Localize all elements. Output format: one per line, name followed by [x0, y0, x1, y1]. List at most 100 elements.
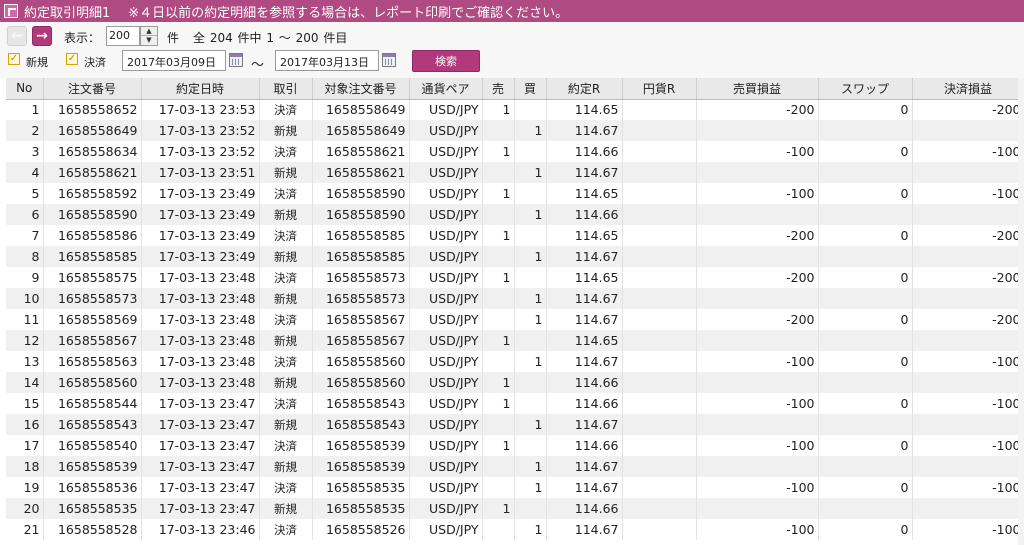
spin-up-icon[interactable]: ▲ [141, 27, 157, 36]
display-count-spinner[interactable]: ▲ ▼ [140, 26, 158, 46]
cell-exec-time: 17-03-13 23:47 [141, 477, 260, 498]
cell-yen-rate [622, 288, 697, 309]
cell-trade-pl [696, 456, 819, 477]
table-row[interactable]: 20 1658558535 17-03-13 23:47 新規 1658558535 US… [6, 498, 1024, 519]
table-row[interactable]: 14 1658558560 17-03-13 23:48 新規 1658558560 US… [6, 372, 1024, 393]
cell-settle-pl: -100 [912, 435, 1024, 456]
table-row[interactable]: 8 1658558585 17-03-13 23:49 新規 1658558585 USD… [6, 246, 1024, 267]
cell-buy: 1 [514, 204, 547, 225]
cell-exec-rate: 114.67 [546, 120, 623, 141]
cell-order-id: 1658558539 [43, 456, 142, 477]
table-row[interactable]: 6 1658558590 17-03-13 23:49 新規 1658558590 USD… [6, 204, 1024, 225]
cell-order-id: 1658558535 [43, 498, 142, 519]
table-row[interactable]: 1 1658558652 17-03-13 23:53 決済 1658558649 USD… [6, 99, 1024, 120]
cell-trade-type: 新規 [259, 204, 313, 225]
cell-exec-time: 17-03-13 23:52 [141, 141, 260, 162]
cell-exec-time: 17-03-13 23:49 [141, 225, 260, 246]
column-header-exec-rate[interactable]: 約定R [546, 78, 623, 100]
column-header-target-order-id[interactable]: 対象注文番号 [312, 78, 410, 100]
cell-trade-type: 決済 [259, 141, 313, 162]
cell-trade-type: 新規 [259, 456, 313, 477]
cell-exec-rate: 114.66 [546, 372, 623, 393]
filter-new-checkbox[interactable]: ✓ [8, 53, 20, 65]
table-row[interactable]: 17 1658558540 17-03-13 23:47 決済 1658558539 US… [6, 435, 1024, 456]
column-header-currency-pair[interactable]: 通貨ペア [409, 78, 483, 100]
cell-target-order-id: 1658558567 [312, 309, 410, 330]
table-row[interactable]: 13 1658558563 17-03-13 23:48 決済 1658558560 US… [6, 351, 1024, 372]
result-summary: 全 204 件中 1 ～ 200 件目 [193, 31, 348, 45]
cell-swap: 0 [818, 477, 913, 498]
cell-target-order-id: 1658558590 [312, 183, 410, 204]
cell-exec-rate: 114.67 [546, 414, 623, 435]
table-row[interactable]: 15 1658558544 17-03-13 23:47 決済 1658558543 US… [6, 393, 1024, 414]
cell-order-id: 1658558621 [43, 162, 142, 183]
table-row[interactable]: 11 1658558569 17-03-13 23:48 決済 1658558567 US… [6, 309, 1024, 330]
cell-settle-pl: -100 [912, 393, 1024, 414]
cell-yen-rate [622, 204, 697, 225]
column-header-buy[interactable]: 買 [514, 78, 547, 100]
cell-yen-rate [622, 141, 697, 162]
filter-settle-checkbox[interactable]: ✓ [66, 53, 78, 65]
calendar-icon[interactable] [229, 53, 243, 67]
table-row[interactable]: 3 1658558634 17-03-13 23:52 決済 1658558621 USD… [6, 141, 1024, 162]
cell-yen-rate [622, 456, 697, 477]
spin-down-icon[interactable]: ▼ [141, 36, 157, 45]
title-note: ※４日以前の約定明細を参照する場合は、レポート印刷でご確認ください。 [128, 5, 569, 21]
column-header-no[interactable]: No [6, 78, 44, 100]
table-row[interactable]: 9 1658558575 17-03-13 23:48 決済 1658558573 USD… [6, 267, 1024, 288]
table-row[interactable]: 4 1658558621 17-03-13 23:51 新規 1658558621 USD… [6, 162, 1024, 183]
next-page-button[interactable]: → [32, 26, 52, 46]
column-header-yen-rate[interactable]: 円貨R [622, 78, 697, 100]
table-row[interactable]: 12 1658558567 17-03-13 23:48 新規 1658558567 US… [6, 330, 1024, 351]
column-header-order-id[interactable]: 注文番号 [43, 78, 142, 100]
toolbar: ← → 表示： 200 ▲ ▼ 件 全 204 件中 1 ～ 200 件目 ✓ … [0, 22, 1024, 78]
cell-buy [514, 141, 547, 162]
cell-no: 5 [6, 183, 44, 204]
cell-no: 17 [6, 435, 44, 456]
cell-exec-time: 17-03-13 23:47 [141, 414, 260, 435]
cell-buy [514, 393, 547, 414]
table-row[interactable]: 2 1658558649 17-03-13 23:52 新規 1658558649 USD… [6, 120, 1024, 141]
column-header-swap[interactable]: スワップ [818, 78, 913, 100]
date-from-input[interactable]: 2017年03月09日 [122, 50, 226, 71]
cell-currency-pair: USD/JPY [409, 141, 483, 162]
table-row[interactable]: 19 1658558536 17-03-13 23:47 決済 1658558535 US… [6, 477, 1024, 498]
table-row[interactable]: 18 1658558539 17-03-13 23:47 新規 1658558539 US… [6, 456, 1024, 477]
cell-target-order-id: 1658558567 [312, 330, 410, 351]
display-count-input[interactable]: 200 [106, 26, 140, 46]
table-row[interactable]: 7 1658558586 17-03-13 23:49 決済 1658558585 USD… [6, 225, 1024, 246]
column-header-trade-pl[interactable]: 売買損益 [696, 78, 819, 100]
vertical-scrollbar[interactable] [1018, 78, 1024, 545]
search-button[interactable]: 検索 [412, 50, 480, 72]
cell-yen-rate [622, 414, 697, 435]
table-row[interactable]: 16 1658558543 17-03-13 23:47 新規 1658558543 US… [6, 414, 1024, 435]
column-header-sell[interactable]: 売 [482, 78, 515, 100]
column-header-settle-pl[interactable]: 決済損益 [912, 78, 1024, 100]
cell-exec-rate: 114.67 [546, 456, 623, 477]
cell-swap [818, 372, 913, 393]
column-header-trade-type[interactable]: 取引 [259, 78, 313, 100]
display-count-label: 表示： [64, 31, 101, 45]
cell-trade-type: 新規 [259, 120, 313, 141]
table-row[interactable]: 21 1658558528 17-03-13 23:46 決済 1658558526 US… [6, 519, 1024, 540]
cell-yen-rate [622, 372, 697, 393]
cell-no: 16 [6, 414, 44, 435]
cell-exec-time: 17-03-13 23:49 [141, 204, 260, 225]
cell-swap [818, 204, 913, 225]
cell-trade-pl: -100 [696, 183, 819, 204]
cell-no: 7 [6, 225, 44, 246]
title-bar: 約定取引明細1 ※４日以前の約定明細を参照する場合は、レポート印刷でご確認くださ… [0, 0, 1024, 22]
window-icon[interactable] [4, 4, 18, 18]
cell-order-id: 1658558563 [43, 351, 142, 372]
cell-buy [514, 435, 547, 456]
prev-page-button[interactable]: ← [7, 26, 27, 46]
date-to-input[interactable]: 2017年03月13日 [275, 50, 379, 71]
column-header-exec-time[interactable]: 約定日時 [141, 78, 260, 100]
table-row[interactable]: 5 1658558592 17-03-13 23:49 決済 1658558590 USD… [6, 183, 1024, 204]
cell-sell: 1 [482, 435, 515, 456]
cell-trade-pl: -100 [696, 351, 819, 372]
calendar-icon[interactable] [382, 53, 396, 67]
table-row[interactable]: 10 1658558573 17-03-13 23:48 新規 1658558573 US… [6, 288, 1024, 309]
cell-trade-type: 新規 [259, 414, 313, 435]
cell-swap [818, 246, 913, 267]
